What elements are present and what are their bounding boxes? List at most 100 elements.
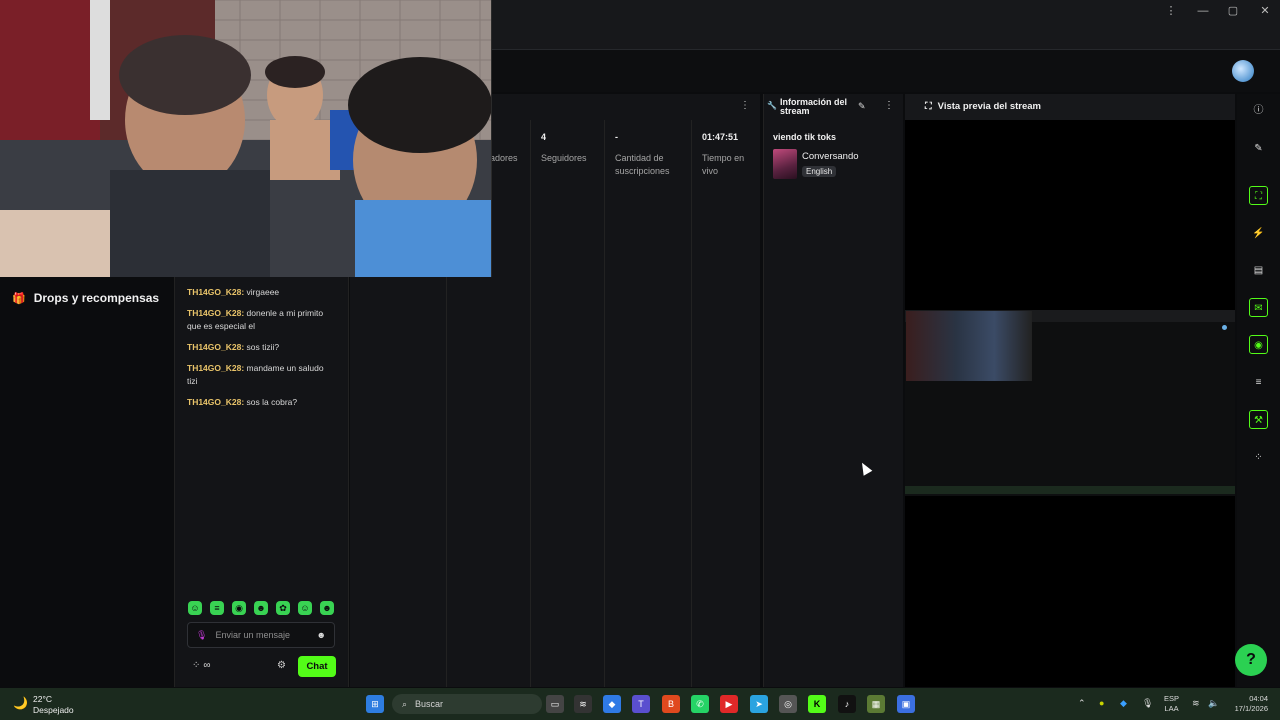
wrench-tool-icon[interactable]: ⚒ [1249, 410, 1268, 429]
preview-icon: ⛶ [925, 101, 932, 112]
chat-bubble-icon[interactable]: ✉ [1249, 298, 1268, 317]
start-button-icon[interactable]: ⊞ [366, 695, 384, 713]
help-button[interactable]: ? [1235, 644, 1267, 676]
stats-more-icon[interactable]: ⋮ [740, 100, 750, 111]
edit-icon[interactable]: ✎ [858, 101, 866, 112]
clipboard-icon[interactable]: ▤ [1249, 261, 1268, 280]
layers-icon[interactable]: ≡ [1249, 373, 1268, 392]
chat-settings-icon[interactable]: ⚙ [277, 660, 286, 671]
chrome-icon[interactable]: ◎ [779, 695, 797, 713]
left-sidebar [0, 277, 172, 687]
chat-input-placeholder: Enviar un mensaje [215, 630, 290, 640]
chat-username[interactable]: TH14GO_K28: [187, 363, 244, 373]
user-avatar[interactable] [1232, 60, 1254, 82]
volume-icon[interactable]: 🔈 [1208, 698, 1219, 709]
chat-input[interactable]: 🎙 Enviar un mensaje ☻ [187, 622, 335, 648]
minecraft-icon[interactable]: ▦ [867, 695, 885, 713]
telegram-icon[interactable]: ➤ [750, 695, 768, 713]
weather-icon[interactable]: 🌙 [13, 696, 28, 710]
emote-icon[interactable]: ☺ [298, 601, 312, 615]
chat-text: sos la cobra? [246, 397, 298, 407]
chat-mode-indicator[interactable]: ⁘ ∞ [192, 660, 211, 671]
emote-bar: ☺ ≡ ◉ ☻ ✿ ☺ ☻ [188, 601, 334, 615]
chat-username[interactable]: TH14GO_K28: [187, 308, 244, 318]
drops-menu-item[interactable]: 🎁 Drops y recompensas [12, 291, 159, 305]
preview-header: ⛶ Vista previa del stream [905, 94, 1235, 120]
task-view-icon[interactable]: ▭ [546, 695, 564, 713]
tray-chevron-icon[interactable]: ⌃ [1078, 698, 1086, 709]
maximize-button[interactable]: ▢ [1222, 4, 1244, 18]
emote-icon[interactable]: ◉ [232, 601, 246, 615]
emoji-icon[interactable]: ☻ [317, 630, 326, 640]
tray-app-icon[interactable]: ● [1099, 698, 1104, 708]
input-language[interactable]: ESP LAA [1164, 694, 1179, 714]
kick-app-icon[interactable]: K [808, 695, 826, 713]
chat-send-button[interactable]: Chat [298, 656, 336, 677]
tray-mic-icon[interactable]: 🎙 [1142, 698, 1153, 709]
broadcast-icon[interactable]: ◉ [1249, 335, 1268, 354]
weather-widget[interactable]: 22°C Despejado [33, 694, 74, 716]
users-icon: ⁘ [192, 660, 201, 671]
followers-label: Seguidores [541, 153, 587, 163]
copilot-icon[interactable]: ◆ [603, 695, 621, 713]
pencil-icon[interactable]: ✎ [1249, 139, 1268, 158]
preview-webcam-thumb [906, 311, 1032, 381]
emote-icon[interactable]: ☺ [188, 601, 202, 615]
tiktok-icon[interactable]: ♪ [838, 695, 856, 713]
microphone-icon[interactable]: 🎙 [196, 630, 207, 641]
chat-username[interactable]: TH14GO_K28: [187, 397, 244, 407]
people-icon[interactable]: ⁘ [1249, 448, 1268, 467]
gift-icon: 🎁 [12, 292, 26, 305]
chat-message: TH14GO_K28: sos la cobra? [175, 396, 348, 409]
language-badge: English [802, 166, 837, 177]
clock-date: 17/1/2026 [1234, 704, 1268, 713]
brave-icon[interactable]: B [662, 695, 680, 713]
info-icon[interactable]: ⓘ [1249, 101, 1268, 120]
stats-column-divider [691, 120, 692, 687]
followers-value: 4 [541, 132, 547, 142]
chat-message: TH14GO_K28: virgaeee [175, 286, 348, 299]
emote-icon[interactable]: ☻ [254, 601, 268, 615]
more-options-icon[interactable]: ⋮ [1160, 4, 1182, 18]
chat-message: TH14GO_K28: sos tizii? [175, 341, 348, 354]
webcam-image [0, 0, 491, 277]
teams-icon[interactable]: T [632, 695, 650, 713]
widgets-app-icon[interactable]: ≋ [574, 695, 592, 713]
stats-column-divider [530, 120, 531, 687]
clock[interactable]: 04:04 17/1/2026 [1228, 694, 1268, 714]
chat-username[interactable]: TH14GO_K28: [187, 342, 244, 352]
live-time-label: Tiempo en vivo [702, 153, 745, 176]
clock-time: 04:04 [1249, 694, 1268, 703]
minimize-button[interactable]: — [1192, 4, 1214, 18]
chat-message: TH14GO_K28: mandame un saludo tizi [175, 362, 348, 388]
info-more-icon[interactable]: ⋮ [884, 100, 894, 111]
wifi-icon[interactable]: ≋ [1192, 698, 1200, 709]
taskbar-search[interactable]: ⌕ Buscar [392, 694, 542, 714]
chat-message: TH14GO_K28: donenle a mi primito que es … [175, 307, 348, 333]
stream-info-title: Información del stream [780, 97, 848, 116]
emote-icon[interactable]: ✿ [276, 601, 290, 615]
bolt-icon[interactable]: ⚡ [1249, 224, 1268, 243]
whatsapp-icon[interactable]: ✆ [691, 695, 709, 713]
category-name[interactable]: Conversando [802, 151, 859, 162]
preview-title: Vista previa del stream [937, 101, 1041, 112]
stats-column-divider [604, 120, 605, 687]
chat-text: sos tizii? [246, 342, 280, 352]
emote-icon[interactable]: ☻ [320, 601, 334, 615]
close-button[interactable]: ✕ [1254, 4, 1276, 18]
search-icon: ⌕ [402, 698, 408, 709]
chat-text: virgaeee [246, 287, 280, 297]
weather-temp: 22°C [33, 694, 52, 704]
subs-value: - [615, 132, 618, 142]
infinity-label: ∞ [203, 660, 211, 671]
viewers-label-partial: adores [490, 153, 518, 163]
discord-like-icon[interactable]: ▣ [897, 695, 915, 713]
stream-title: viendo tik toks [773, 132, 837, 142]
youtube-icon[interactable]: ▶ [720, 695, 738, 713]
chat-username[interactable]: TH14GO_K28: [187, 287, 244, 297]
emote-icon[interactable]: ≡ [210, 601, 224, 615]
category-thumbnail[interactable] [773, 149, 797, 179]
subs-label: Cantidad de suscripciones [615, 153, 670, 176]
preview-toggle-icon[interactable]: ⛶ [1249, 186, 1268, 205]
tray-network-app-icon[interactable]: ◆ [1120, 698, 1127, 709]
